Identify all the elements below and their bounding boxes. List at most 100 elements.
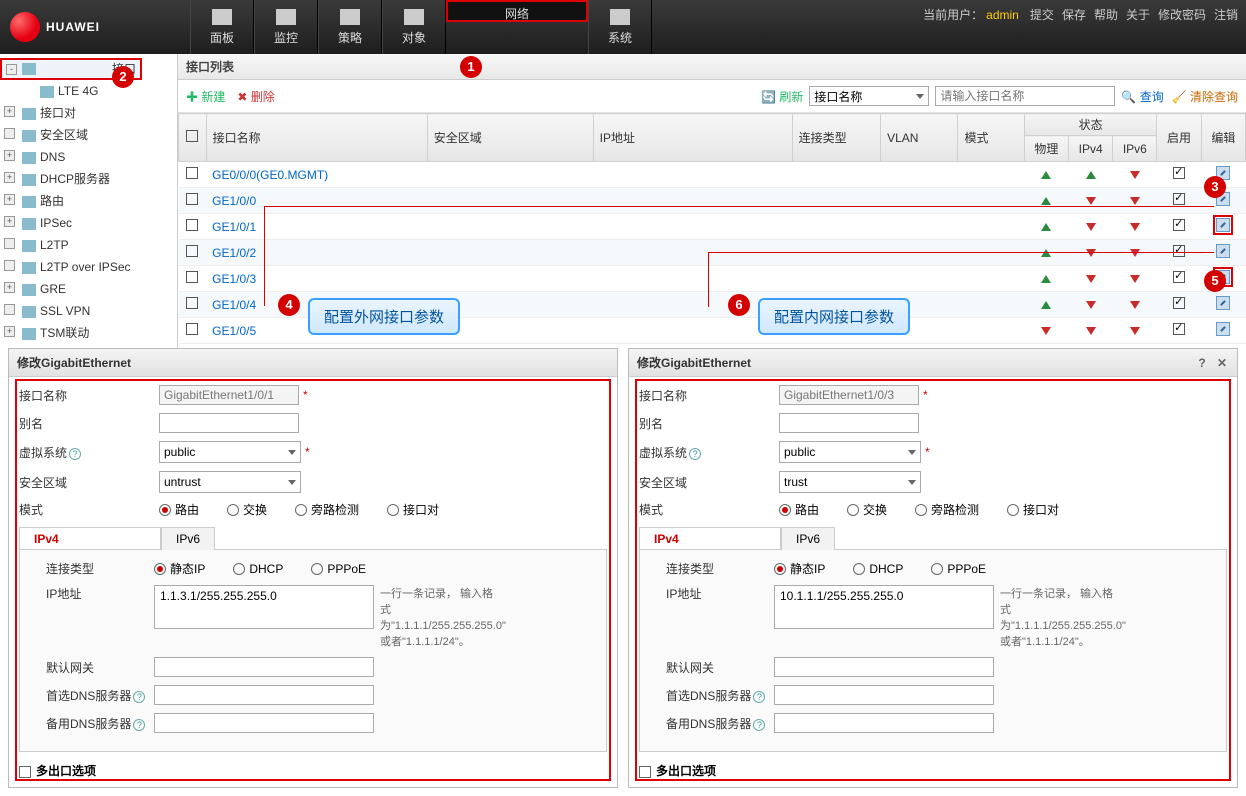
vsys-select[interactable]: public	[159, 441, 301, 463]
enable-checkbox[interactable]	[1173, 219, 1185, 231]
tree-item-2[interactable]: +接口对	[0, 102, 177, 124]
help-icon[interactable]: ?	[69, 448, 81, 460]
tree-expand-icon[interactable]: +	[4, 326, 15, 337]
conn-radio[interactable]: DHCP	[233, 562, 283, 576]
tree-item-1[interactable]: LTE 4G	[0, 80, 177, 102]
alias-input[interactable]	[779, 413, 919, 433]
clear-search-button[interactable]: 🧹 清除查询	[1172, 88, 1238, 105]
userbar-link[interactable]: 关于	[1126, 8, 1150, 22]
mode-radio[interactable]: 路由	[159, 501, 199, 518]
tree-expand-icon[interactable]: +	[4, 194, 15, 205]
help-icon[interactable]: ?	[1195, 356, 1209, 370]
refresh-button[interactable]: 🔄 刷新	[761, 88, 803, 105]
tree-item-8[interactable]: L2TP	[0, 234, 177, 256]
tree-item-4[interactable]: +DNS	[0, 146, 177, 168]
userbar-link[interactable]: 帮助	[1094, 8, 1118, 22]
row-checkbox[interactable]	[186, 297, 198, 309]
mode-radio[interactable]: 交换	[847, 501, 887, 518]
enable-checkbox[interactable]	[1173, 245, 1185, 257]
tab-ipv4[interactable]: IPv4	[19, 527, 161, 549]
dns2-input[interactable]	[774, 713, 994, 733]
userbar-link[interactable]: 保存	[1062, 8, 1086, 22]
tree-expand-icon[interactable]: +	[4, 216, 15, 227]
tree-expand-icon[interactable]: +	[4, 282, 15, 293]
ip-textarea[interactable]: 1.1.3.1/255.255.255.0	[154, 585, 374, 629]
tree-expand-icon[interactable]	[4, 238, 15, 249]
new-button[interactable]: ✚ 新建	[186, 88, 225, 105]
ip-textarea[interactable]: 10.1.1.1/255.255.255.0	[774, 585, 994, 629]
mode-radio[interactable]: 接口对	[1007, 501, 1059, 518]
dns1-input[interactable]	[154, 685, 374, 705]
tree-expand-icon[interactable]: +	[4, 172, 15, 183]
dns1-input[interactable]	[774, 685, 994, 705]
help-icon[interactable]: ?	[133, 719, 145, 731]
tree-item-9[interactable]: L2TP over IPSec	[0, 256, 177, 278]
enable-checkbox[interactable]	[1173, 167, 1185, 179]
filter-input[interactable]	[935, 86, 1115, 106]
enable-checkbox[interactable]	[1173, 271, 1185, 283]
interface-link[interactable]: GE0/0/0(GE0.MGMT)	[212, 168, 328, 182]
conn-radio[interactable]: DHCP	[853, 562, 903, 576]
tab-ipv6[interactable]: IPv6	[781, 527, 835, 550]
interface-link[interactable]: GE1/0/1	[212, 220, 256, 234]
tree-item-6[interactable]: +路由	[0, 190, 177, 212]
conn-radio[interactable]: 静态IP	[774, 560, 825, 577]
edit-icon[interactable]	[1216, 244, 1230, 258]
select-all-checkbox[interactable]	[186, 130, 198, 142]
mode-radio[interactable]: 交换	[227, 501, 267, 518]
tree-expand-icon[interactable]	[4, 128, 15, 139]
help-icon[interactable]: ?	[689, 448, 701, 460]
gw-input[interactable]	[154, 657, 374, 677]
tree-item-3[interactable]: 安全区域	[0, 124, 177, 146]
help-icon[interactable]: ?	[753, 719, 765, 731]
tree-expand-icon[interactable]: +	[4, 150, 15, 161]
interface-link[interactable]: GE1/0/2	[212, 246, 256, 260]
tree-item-12[interactable]: +TSM联动	[0, 322, 177, 344]
interface-link[interactable]: GE1/0/5	[212, 324, 256, 338]
close-icon[interactable]: ✕	[1215, 356, 1229, 370]
interface-link[interactable]: GE1/0/0	[212, 194, 256, 208]
mode-radio[interactable]: 接口对	[387, 501, 439, 518]
nav-tab-3[interactable]: 对象	[382, 0, 446, 54]
mode-radio[interactable]: 旁路检测	[915, 501, 979, 518]
userbar-link[interactable]: 注销	[1214, 8, 1238, 22]
tree-expand-icon[interactable]: +	[4, 106, 15, 117]
row-checkbox[interactable]	[186, 323, 198, 335]
search-button[interactable]: 🔍 查询	[1121, 88, 1163, 105]
tree-item-7[interactable]: +IPSec	[0, 212, 177, 234]
userbar-link[interactable]: 修改密码	[1158, 8, 1206, 22]
tree-item-11[interactable]: SSL VPN	[0, 300, 177, 322]
row-checkbox[interactable]	[186, 193, 198, 205]
nav-tab-0[interactable]: 面板	[190, 0, 254, 54]
enable-checkbox[interactable]	[1173, 193, 1185, 205]
multi-exit-checkbox[interactable]	[639, 766, 651, 778]
interface-link[interactable]: GE1/0/4	[212, 298, 256, 312]
filter-field-select[interactable]: 接口名称	[809, 86, 929, 106]
row-checkbox[interactable]	[186, 167, 198, 179]
conn-radio[interactable]: PPPoE	[931, 562, 986, 576]
alias-input[interactable]	[159, 413, 299, 433]
row-checkbox[interactable]	[186, 245, 198, 257]
nav-tab-5[interactable]: 系统	[588, 0, 652, 54]
row-checkbox[interactable]	[186, 271, 198, 283]
enable-checkbox[interactable]	[1173, 323, 1185, 335]
conn-radio[interactable]: 静态IP	[154, 560, 205, 577]
edit-icon[interactable]	[1216, 322, 1230, 336]
zone-select[interactable]: untrust	[159, 471, 301, 493]
tree-expand-icon[interactable]	[4, 304, 15, 315]
dns2-input[interactable]	[154, 713, 374, 733]
tab-ipv6[interactable]: IPv6	[161, 527, 215, 550]
zone-select[interactable]: trust	[779, 471, 921, 493]
tree-item-10[interactable]: +GRE	[0, 278, 177, 300]
vsys-select[interactable]: public	[779, 441, 921, 463]
nav-tab-2[interactable]: 策略	[318, 0, 382, 54]
nav-tab-1[interactable]: 监控	[254, 0, 318, 54]
multi-exit-checkbox[interactable]	[19, 766, 31, 778]
delete-button[interactable]: ✖ 删除	[237, 88, 274, 105]
edit-icon[interactable]	[1216, 296, 1230, 310]
enable-checkbox[interactable]	[1173, 297, 1185, 309]
userbar-link[interactable]: 提交	[1030, 8, 1054, 22]
nav-tab-4[interactable]: 网络	[446, 0, 588, 22]
conn-radio[interactable]: PPPoE	[311, 562, 366, 576]
tree-expand-icon[interactable]	[4, 260, 15, 271]
